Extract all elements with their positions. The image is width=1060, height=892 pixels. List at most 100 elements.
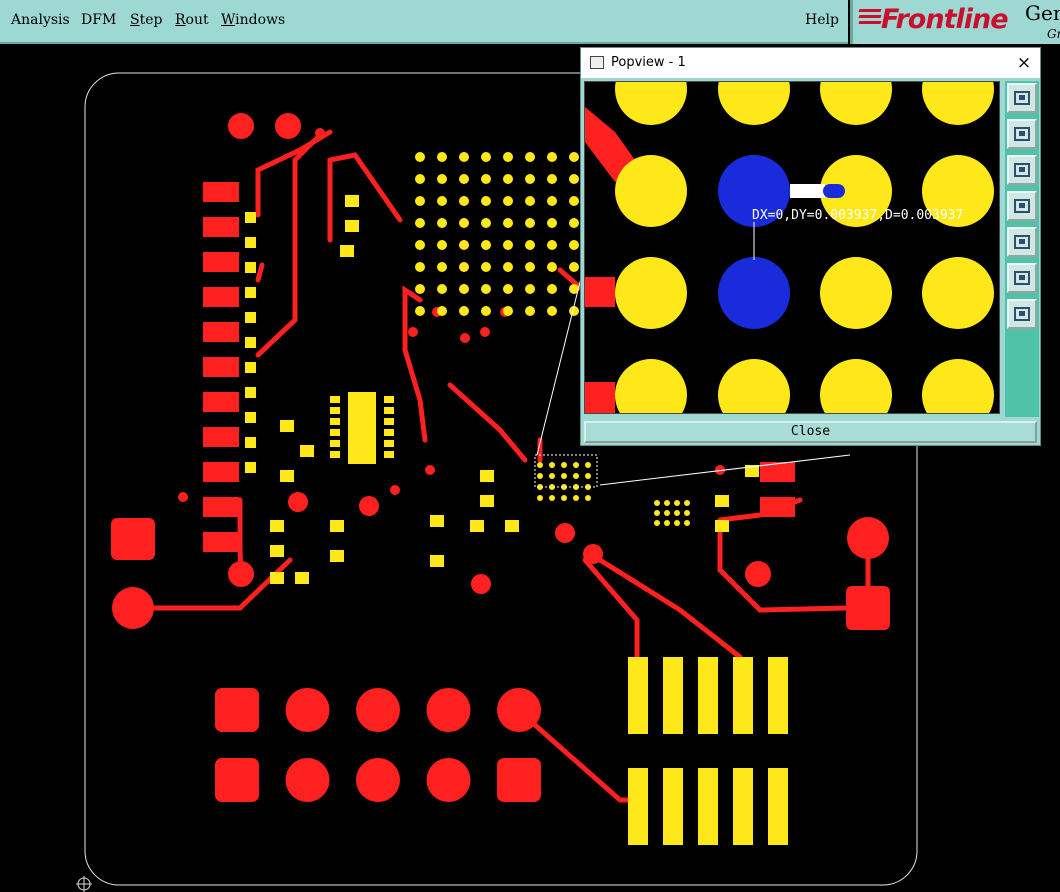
- menu-analysis[interactable]: Analysis: [11, 12, 70, 28]
- smd-component: [330, 520, 344, 532]
- header-pad: [497, 688, 541, 732]
- copper-trace: [717, 527, 849, 613]
- brand-product-subtitle: Gr: [1047, 27, 1060, 41]
- zoom-region: [534, 454, 598, 488]
- via: [315, 128, 325, 138]
- gold-finger: [628, 768, 648, 845]
- pan-down-button[interactable]: [1007, 155, 1037, 185]
- pan-left-button[interactable]: [1007, 191, 1037, 221]
- via-large: [288, 492, 308, 512]
- popview-zoom-view[interactable]: DX=0,DY=0.003937,D=0.003937: [584, 81, 1000, 414]
- via: [390, 485, 400, 495]
- menu-step[interactable]: Step: [130, 12, 162, 28]
- menu-rout[interactable]: Rout: [175, 12, 209, 28]
- small-pad: [245, 337, 256, 348]
- menu-help[interactable]: Help: [805, 12, 839, 28]
- bga-ball: [503, 284, 513, 294]
- edge-pad: [203, 287, 239, 307]
- ic-pin: [330, 440, 340, 447]
- ic-pin: [384, 429, 394, 436]
- bga-ball: [437, 306, 447, 316]
- bga-ball: [547, 196, 557, 206]
- micro-bga-ball: [654, 510, 660, 516]
- micro-bga-ball: [684, 500, 690, 506]
- zoom-line: [536, 269, 584, 456]
- micro-bga-ball: [561, 473, 567, 479]
- zoom-in-button[interactable]: [1007, 263, 1037, 293]
- micro-bga-ball: [573, 462, 579, 468]
- micro-bga-ball: [585, 462, 591, 468]
- bga-ball: [547, 152, 557, 162]
- pan-right-button[interactable]: [1007, 227, 1037, 257]
- zoom-pad: [615, 359, 687, 413]
- bga-ball: [525, 174, 535, 184]
- micro-bga-ball: [573, 495, 579, 501]
- smd-component: [715, 495, 729, 507]
- micro-bga-ball: [573, 473, 579, 479]
- zoom-copper-pad: [585, 277, 615, 307]
- bga-ball: [437, 240, 447, 250]
- zoom-out-icon: [1014, 307, 1030, 321]
- mount-pad: [111, 518, 155, 560]
- header-pad: [356, 688, 400, 732]
- micro-bga-ball: [585, 495, 591, 501]
- zoom-out-button[interactable]: [1007, 299, 1037, 329]
- gold-finger: [733, 768, 753, 845]
- smd-component: [300, 445, 314, 457]
- small-pad: [245, 237, 256, 248]
- ic-pin: [384, 418, 394, 425]
- bga-ball: [481, 240, 491, 250]
- pan-up-button[interactable]: [1007, 119, 1037, 149]
- gold-finger: [768, 768, 788, 845]
- zoom-pad: [820, 359, 892, 413]
- smd-component: [470, 520, 484, 532]
- bga-ball: [547, 284, 557, 294]
- zoom-pad: [922, 82, 994, 125]
- edge-pad: [203, 182, 239, 202]
- bga-ball: [503, 306, 513, 316]
- bga-ball: [415, 196, 425, 206]
- bga-ball: [437, 218, 447, 228]
- ic-body: [348, 392, 376, 464]
- micro-bga-ball: [537, 495, 543, 501]
- popview-close-icon[interactable]: ×: [1013, 52, 1035, 74]
- bga-ball: [459, 196, 469, 206]
- menu-windows[interactable]: Windows: [221, 12, 285, 28]
- small-pad: [245, 437, 256, 448]
- zoom-pad: [820, 82, 892, 125]
- pan-right-icon: [1014, 235, 1030, 249]
- micro-bga-ball: [537, 462, 543, 468]
- popview-toolbar: [1005, 81, 1039, 417]
- mount-hole: [228, 561, 254, 587]
- small-pad: [245, 462, 256, 473]
- bga-ball: [547, 240, 557, 250]
- small-pad: [245, 362, 256, 373]
- zoom-copper-pad: [585, 382, 615, 413]
- edge-pad: [203, 357, 239, 377]
- header-pad: [356, 758, 400, 802]
- popview-app-icon: [590, 56, 604, 69]
- pan-down-icon: [1014, 163, 1030, 177]
- small-pad: [245, 312, 256, 323]
- micro-bga-ball: [549, 495, 555, 501]
- micro-bga-ball: [664, 520, 670, 526]
- ic-pin: [330, 429, 340, 436]
- bga-ball: [415, 240, 425, 250]
- bga-ball: [459, 240, 469, 250]
- smd-component: [295, 572, 309, 584]
- copper-trace: [582, 557, 640, 660]
- bga-ball: [503, 240, 513, 250]
- bga-ball: [503, 174, 513, 184]
- menu-bar: Analysis DFM Step Rout Windows Help: [0, 0, 848, 44]
- micro-bga-ball: [684, 520, 690, 526]
- bga-ball: [547, 174, 557, 184]
- smd-component: [270, 572, 284, 584]
- edge-pad: [203, 462, 239, 482]
- bga-ball: [415, 174, 425, 184]
- zoom-fit-button[interactable]: [1007, 83, 1037, 113]
- gold-finger: [663, 657, 683, 734]
- popview-close-button[interactable]: Close: [584, 421, 1037, 443]
- small-pad: [245, 212, 256, 223]
- popview-titlebar[interactable]: Popview - 1 ×: [581, 48, 1040, 78]
- menu-dfm[interactable]: DFM: [81, 12, 116, 28]
